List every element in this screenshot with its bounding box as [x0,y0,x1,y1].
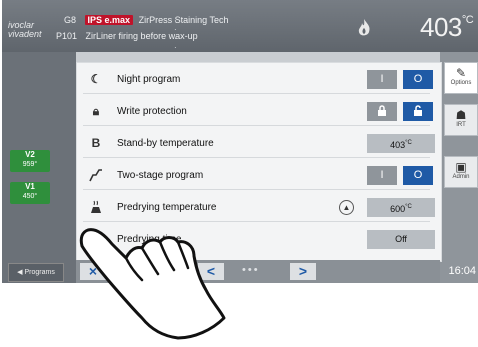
program-code-top: G8 [64,15,77,25]
setting-label: Night program [117,74,181,85]
predrying-temperature-value-button[interactable]: 600°C [367,198,435,217]
write-protection-unlock-toggle[interactable] [403,102,433,121]
predrying-time-value-button[interactable]: Off [367,230,435,249]
predrying-temp-unit: °C [405,204,412,210]
brand-text: ivoclar vivadent [8,20,42,39]
programs-button[interactable]: ◀ Programs [8,263,64,282]
setting-label: Two-stage program [117,170,204,181]
programs-label: Programs [24,269,55,276]
night-program-off-toggle[interactable]: O [403,70,433,89]
v1-label: V1 [25,182,35,191]
letter-b-icon: B [91,136,101,150]
program-line-bottom: P101 ZirLiner firing before wax-up [56,31,198,41]
standby-temperature-value-button[interactable]: 403°C [367,134,435,153]
material-badge: IPS e.max [84,15,134,25]
program-line-top: G8 IPS e.max ZirPress Staining Tech [64,15,228,25]
irt-label: IRT [456,122,466,128]
setting-label: Write protection [117,106,187,117]
two-stage-on-toggle[interactable]: I [367,166,397,185]
two-stage-off-toggle[interactable]: O [403,166,433,185]
chamber-temperature: 403°C [420,12,474,43]
next-page-button[interactable]: > [290,263,316,280]
program-title-top: ZirPress Staining Tech [138,15,229,25]
program-code-bottom: P101 [56,31,78,41]
two-stage-curve-icon [89,169,102,182]
vacuum-v1-chip: V1 450° [10,182,50,204]
flame-icon [358,19,370,36]
setting-label: Stand-by temperature [117,138,214,149]
moon-icon: ☾ [90,72,102,86]
setting-row-night-program: ☾ Night program I O [83,65,433,94]
irt-button[interactable]: ☗ IRT [444,104,478,136]
setting-row-standby-temperature: B Stand-by temperature 403°C [83,129,435,158]
pointing-hand-icon [79,228,226,340]
temperature-unit: °C [461,14,474,26]
setting-row-predrying-temperature: Predrying temperature ▲ 600°C [83,193,435,222]
admin-label: Admin [452,174,470,180]
pencil-icon: ✎ [455,66,467,80]
lock-closed-icon [378,105,386,117]
options-label: Options [450,80,472,86]
v2-label: V2 [25,150,35,159]
v1-value: 450° [22,193,38,200]
setting-row-two-stage-program: Two-stage program I O [83,161,433,190]
predrying-icon [91,200,101,213]
vacuum-v2-chip: V2 959° [10,150,50,172]
info-icon[interactable]: ▲ [339,200,354,215]
admin-icon: ▣ [455,160,467,174]
standby-temp-value: 403 [390,140,406,150]
left-sidebar: V2 959° V1 450° ◀ Programs [2,52,76,283]
clock: 16:04 [448,265,476,277]
lock-icon: 🔒︎ [92,104,100,118]
irt-icon: ☗ [455,108,467,122]
options-button[interactable]: ✎ Options [444,62,478,94]
night-program-on-toggle[interactable]: I [367,70,397,89]
right-sidebar: ✎ Options ☗ IRT ▣ Admin 16:04 [440,52,478,283]
standby-temp-unit: °C [405,140,412,146]
lock-open-icon [414,105,422,117]
predrying-temp-value: 600 [390,204,406,214]
setting-label: Predrying temperature [117,202,217,213]
brand-logo: · · · · ivoclar vivadent [8,12,177,52]
header-bar: · · · · ivoclar vivadent G8 IPS e.max Zi… [2,0,478,52]
admin-button[interactable]: ▣ Admin [444,156,478,188]
write-protection-lock-toggle[interactable] [367,102,397,121]
temperature-value: 403 [420,12,462,42]
setting-row-write-protection: 🔒︎ Write protection [83,97,433,126]
program-title-bottom: ZirLiner firing before wax-up [85,31,198,41]
v2-value: 959° [22,161,38,168]
